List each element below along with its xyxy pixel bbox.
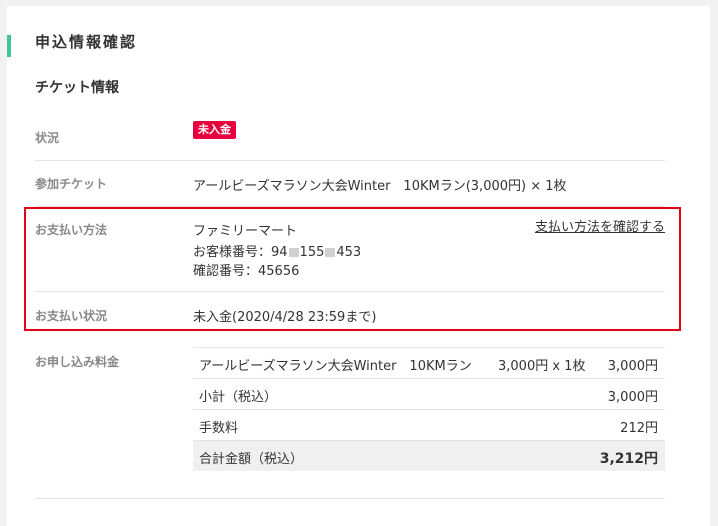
payment-status-value: 未入金(2020/4/28 23:59まで) (193, 310, 377, 325)
divider (35, 160, 665, 161)
fee-table: アールビーズマラソン大会Winter 10KMラン 3,000円 x 1枚 3,… (193, 347, 665, 471)
section-title: チケット情報 (35, 80, 119, 96)
confirmation-number: 確認番号：45656 (193, 264, 300, 279)
fee-item-amount: 3,000円 (607, 359, 658, 374)
fee-total-name: 合計金額（税込） (199, 452, 304, 467)
masked-digits (325, 248, 336, 257)
customer-number-mid: 155 (299, 245, 325, 260)
masked-digits (288, 248, 299, 257)
fee-total-row: 合計金額（税込） 3,212円 (193, 440, 665, 471)
page-title: 申込情報確認 (35, 33, 138, 51)
ticket-label: 参加チケット (35, 177, 108, 191)
customer-number-suffix: 453 (336, 245, 362, 260)
status-badge: 未入金 (193, 121, 236, 139)
status-label: 状況 (35, 131, 60, 145)
fee-item-name: アールビーズマラソン大会Winter 10KMラン (199, 359, 472, 374)
check-payment-method-link[interactable]: 支払い方法を確認する (535, 216, 665, 235)
fee-row: 手数料 212円 (193, 409, 665, 440)
fee-total-amount: 3,212円 (599, 451, 658, 467)
fee-label: お申し込み料金 (35, 355, 120, 369)
customer-number: お客様番号：94 155 453 (193, 241, 361, 260)
payment-method-value: ファミリーマート (193, 224, 298, 239)
title-accent-bar (7, 35, 11, 57)
fee-item-amount: 3,000円 (607, 390, 658, 405)
fee-item-qty: 3,000円 x 1枚 (498, 359, 586, 374)
ticket-value: アールビーズマラソン大会Winter 10KMラン(3,000円) × 1枚 (193, 179, 567, 194)
customer-number-prefix: お客様番号：94 (193, 245, 288, 260)
fee-row: アールビーズマラソン大会Winter 10KMラン 3,000円 x 1枚 3,… (193, 347, 665, 378)
fee-item-amount: 212円 (620, 421, 658, 436)
payment-status-label: お支払い状況 (35, 309, 108, 323)
fee-item-name: 小計（税込） (199, 390, 278, 405)
divider (35, 498, 665, 499)
fee-row: 小計（税込） 3,000円 (193, 378, 665, 409)
fee-item-name: 手数料 (199, 421, 239, 436)
payment-method-label: お支払い方法 (35, 223, 108, 237)
divider (35, 291, 665, 292)
